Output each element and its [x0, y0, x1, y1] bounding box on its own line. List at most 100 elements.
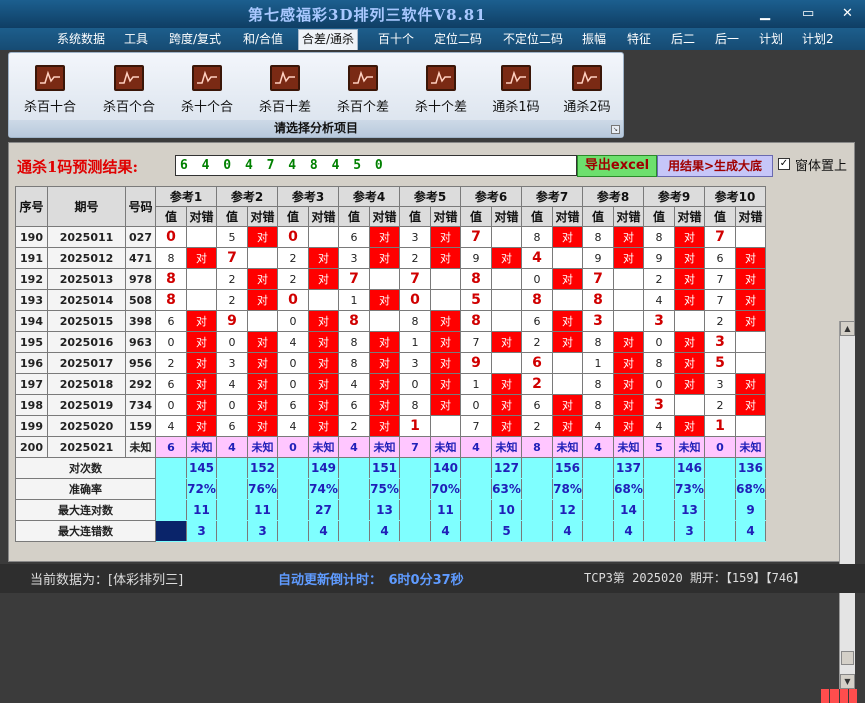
menu-item-amplitude[interactable]: 振幅 — [579, 30, 609, 49]
stats-spacer — [582, 499, 614, 521]
kill-hundreds-tens-sum-button[interactable]: 杀百十合 — [15, 65, 85, 115]
minimize-button[interactable]: ▁ — [760, 6, 770, 21]
menu-item-diff-kill[interactable]: 合差/通杀 — [298, 29, 359, 50]
ref-hit-cell — [613, 289, 644, 311]
scroll-down-icon[interactable]: ▼ — [840, 674, 855, 689]
stats-value: 156 — [552, 457, 583, 479]
table-row[interactable]: 197 2025018 292 6 对 4 对 0 对 4 对 0 对 1 对 2 8 对 0 对 3 对 — [15, 373, 766, 395]
menu-item-plan2[interactable]: 计划2 — [799, 30, 837, 49]
ref-hit-cell: 对 — [430, 331, 461, 353]
export-excel-button[interactable]: 导出excel — [577, 155, 657, 177]
header-number[interactable]: 号码 — [125, 186, 156, 227]
ref-hit-cell: 对 — [552, 226, 583, 248]
table-row[interactable]: 192 2025013 978 8 2 对 2 对 7 7 8 0 对 7 2 对 7 对 — [15, 268, 766, 290]
vertical-scrollbar[interactable]: ▲ ▼ — [839, 321, 855, 689]
ref-value-cell: 6 — [155, 373, 187, 395]
menu-item-system-data[interactable]: 系统数据 — [54, 30, 108, 49]
pending-row[interactable]: 200 2025021 未知 6 未知 4 未知 0 未知 4 未知 7 未知 4 未知 8 未知 4 未知 5 未知 0… — [15, 436, 766, 458]
pending-value-cell: 4 — [338, 436, 370, 458]
ref-value-cell: 8 — [399, 310, 431, 332]
kill-tens-units-sum-button[interactable]: 杀十个合 — [172, 65, 242, 115]
chart-icon — [114, 65, 144, 91]
kill-hundreds-tens-diff-button[interactable]: 杀百十差 — [250, 65, 320, 115]
table-row[interactable]: 198 2025019 734 0 对 0 对 6 对 6 对 8 对 0 对 6 对 8 对 3 2 对 — [15, 394, 766, 416]
row-seq: 197 — [15, 373, 48, 395]
menu-item-digits[interactable]: 百十个 — [375, 30, 417, 49]
table-row[interactable]: 199 2025020 159 4 对 6 对 4 对 2 对 1 7 对 2 对 4 对 4 对 1 — [15, 415, 766, 437]
generate-base-button[interactable]: 用结果>生成大底 — [657, 155, 773, 177]
ref-value-cell: 8 — [460, 310, 492, 332]
row-num: 508 — [125, 289, 156, 311]
kill-hundreds-units-sum-button[interactable]: 杀百个合 — [94, 65, 164, 115]
row-seq: 194 — [15, 310, 48, 332]
header-ref-6[interactable]: 参考6 — [460, 186, 522, 207]
prediction-result-field[interactable]: 6 4 0 4 7 4 8 4 5 0 — [175, 155, 577, 176]
table-row[interactable]: 195 2025016 963 0 对 0 对 4 对 8 对 1 对 7 对 2 对 8 对 0 对 3 — [15, 331, 766, 353]
stats-value: 76% — [247, 478, 278, 500]
table-row[interactable]: 191 2025012 471 8 对 7 2 对 3 对 2 对 9 对 4 9 对 9 对 6 对 — [15, 247, 766, 269]
scroll-up-icon[interactable]: ▲ — [840, 321, 855, 336]
table-row[interactable]: 190 2025011 027 0 5 对 0 6 对 3 对 7 8 对 8 对 8 对 7 — [15, 226, 766, 248]
header-ref-3[interactable]: 参考3 — [277, 186, 339, 207]
ref-value-cell: 3 — [338, 247, 370, 269]
table-row[interactable]: 193 2025014 508 8 2 对 0 1 对 0 5 8 8 4 对 7 对 — [15, 289, 766, 311]
menu-item-position-two[interactable]: 定位二码 — [431, 30, 485, 49]
menu-item-non-position-two[interactable]: 不定位二码 — [500, 30, 566, 49]
ref-hit-cell: 对 — [491, 331, 522, 353]
stats-spacer — [643, 457, 675, 479]
ref-hit-cell: 对 — [247, 268, 278, 290]
sub-header-hit: 对错 — [674, 206, 705, 227]
stats-value: 152 — [247, 457, 278, 479]
stats-spacer — [338, 499, 370, 521]
ref-hit-cell: 对 — [430, 247, 461, 269]
ref-value-cell: 0 — [643, 373, 675, 395]
maximize-button[interactable]: ▭ — [802, 6, 814, 21]
ref-value-cell: 3 — [399, 226, 431, 248]
sub-header-value: 值 — [216, 206, 248, 227]
menu-item-last-one[interactable]: 后一 — [712, 30, 742, 49]
ref-hit-cell: 对 — [247, 373, 278, 395]
stay-on-top-checkbox[interactable]: ✓ — [778, 158, 790, 170]
header-ref-5[interactable]: 参考5 — [399, 186, 461, 207]
menu-item-feature[interactable]: 特征 — [624, 30, 654, 49]
row-num: 734 — [125, 394, 156, 416]
menu-item-last-two[interactable]: 后二 — [668, 30, 698, 49]
progress-indicator — [821, 689, 857, 703]
header-ref-4[interactable]: 参考4 — [338, 186, 400, 207]
scroll-thumb[interactable] — [841, 651, 854, 665]
row-issue: 2025016 — [47, 331, 126, 353]
kill-tens-units-diff-button[interactable]: 杀十个差 — [406, 65, 476, 115]
kill-hundreds-units-diff-button[interactable]: 杀百个差 — [328, 65, 398, 115]
header-ref-2[interactable]: 参考2 — [216, 186, 278, 207]
kill-two-code-button[interactable]: 通杀2码 — [552, 65, 622, 115]
chart-icon — [35, 65, 65, 91]
header-seq[interactable]: 序号 — [15, 186, 48, 227]
close-button[interactable]: ✕ — [842, 6, 853, 21]
menu-item-span[interactable]: 跨度/复式 — [166, 30, 224, 49]
row-num: 398 — [125, 310, 156, 332]
menu-item-plan[interactable]: 计划 — [756, 30, 786, 49]
menu-item-sum[interactable]: 和/合值 — [240, 30, 286, 49]
header-ref-8[interactable]: 参考8 — [582, 186, 644, 207]
stats-spacer — [399, 520, 431, 542]
menu-item-tools[interactable]: 工具 — [121, 30, 151, 49]
header-issue[interactable]: 期号 — [47, 186, 126, 227]
header-ref-10[interactable]: 参考10 — [704, 186, 766, 207]
status-bar: 当前数据为：[体彩排列三] 自动更新倒计时： 6时0分37秒 TCP3第 202… — [0, 564, 865, 593]
header-ref-9[interactable]: 参考9 — [643, 186, 705, 207]
stats-spacer — [155, 457, 187, 479]
ref-value-cell: 8 — [155, 268, 187, 290]
stats-spacer — [460, 520, 492, 542]
dialog-launcher-icon[interactable]: ↘ — [611, 125, 620, 134]
table-row[interactable]: 196 2025017 956 2 对 3 对 0 对 8 对 3 对 9 6 1 对 8 对 5 — [15, 352, 766, 374]
ref-value-cell: 4 — [155, 415, 187, 437]
stats-spacer — [704, 478, 736, 500]
stats-spacer — [521, 499, 553, 521]
kill-one-code-button[interactable]: 通杀1码 — [481, 65, 551, 115]
stats-value: 4 — [552, 520, 583, 542]
ref-hit-cell — [308, 289, 339, 311]
table-row[interactable]: 194 2025015 398 6 对 9 0 对 8 8 对 8 6 对 3 3 2 对 — [15, 310, 766, 332]
ref-hit-cell: 对 — [247, 331, 278, 353]
header-ref-7[interactable]: 参考7 — [521, 186, 583, 207]
header-ref-1[interactable]: 参考1 — [155, 186, 217, 207]
